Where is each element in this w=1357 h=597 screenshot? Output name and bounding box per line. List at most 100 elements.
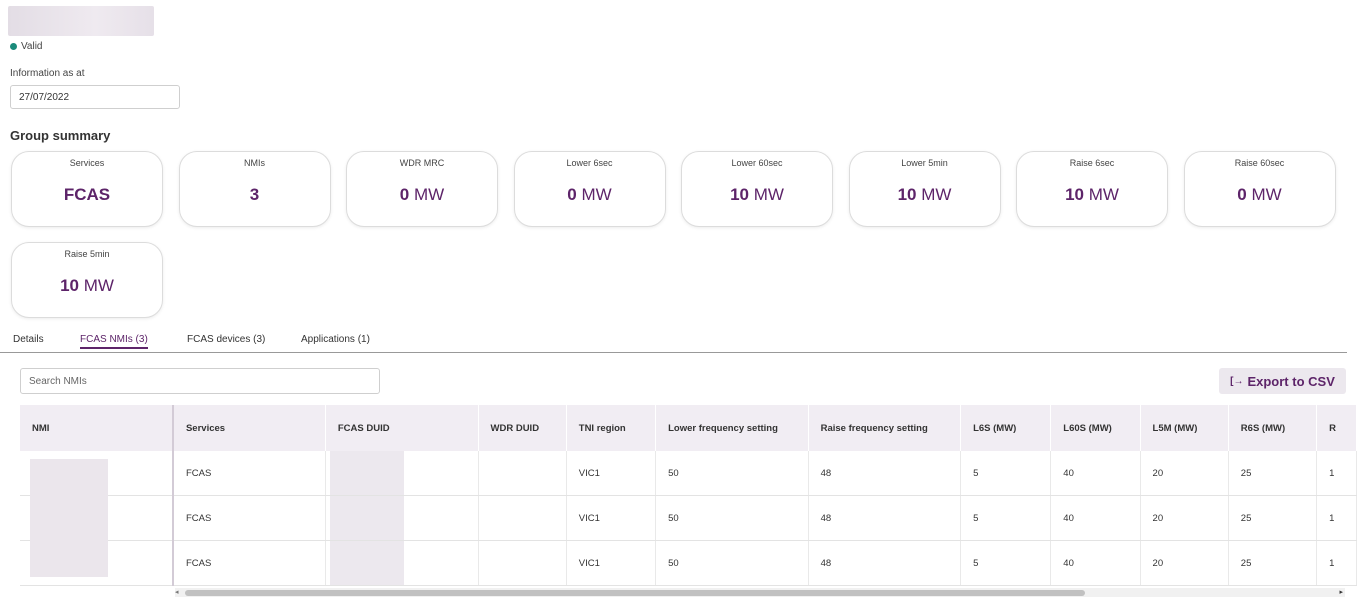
cell-tni-region: VIC1 [566, 540, 657, 586]
cell-raise-frequency: 48 [808, 540, 962, 586]
summary-card-label: NMIs [244, 158, 265, 168]
summary-card-value: FCAS [12, 185, 162, 205]
cell-wdr-duid [478, 495, 567, 541]
cell-lower-frequency: 50 [655, 451, 809, 496]
cell-tni-region: VIC1 [566, 495, 657, 541]
cell-fcas-duid [325, 451, 479, 496]
col-header-l5m[interactable]: L5M (MW) [1140, 405, 1229, 451]
summary-card-lower-5min: Lower 5min 10 MW [848, 151, 1001, 227]
summary-card-label: WDR MRC [399, 158, 445, 168]
summary-card-lower-60sec: Lower 60sec 10 MW [681, 151, 833, 227]
fcas-nmis-table: NMI Services FCAS DUID WDR DUID TNI regi… [20, 405, 1357, 588]
summary-card-value: 3 [180, 185, 330, 205]
summary-card-number: 0 [399, 185, 410, 204]
status-indicator: Valid [10, 41, 43, 52]
summary-card-unit: MW [1251, 185, 1282, 204]
summary-card-value: 0 MW [515, 185, 665, 205]
cell-r60s: 1 [1316, 495, 1357, 541]
cell-l60s: 40 [1050, 495, 1141, 541]
summary-card-number: 0 [1237, 185, 1247, 204]
cell-r6s: 25 [1228, 451, 1318, 496]
summary-card-number: FCAS [63, 185, 111, 204]
cell-fcas-duid [325, 495, 479, 541]
summary-card-number: 10 [730, 185, 749, 204]
scroll-right-icon[interactable]: ▸ [1339, 588, 1343, 596]
information-date-input[interactable] [10, 85, 180, 109]
table-header-row: NMI Services FCAS DUID WDR DUID TNI regi… [20, 405, 1357, 451]
cell-raise-frequency: 48 [808, 495, 962, 541]
summary-card-value: 10 MW [682, 185, 832, 205]
cell-r6s: 25 [1228, 495, 1318, 541]
export-icon: [→ [1230, 375, 1244, 387]
summary-card-unit: MW [753, 185, 784, 204]
cell-l60s: 40 [1050, 540, 1141, 586]
table-row[interactable]: FCAS VIC1 50 48 5 40 20 25 1 [20, 540, 1357, 586]
table-row[interactable]: FCAS VIC1 50 48 5 40 20 25 1 [20, 495, 1357, 541]
summary-card-nmis: NMIs 3 [178, 151, 331, 227]
summary-card-unit: MW [413, 185, 445, 204]
tab-applications[interactable]: Applications (1) [301, 334, 370, 345]
summary-card-wdr-mrc: WDR MRC 0 MW [346, 151, 498, 227]
summary-card-number: 10 [1065, 185, 1084, 204]
col-header-l60s[interactable]: L60S (MW) [1050, 405, 1141, 451]
horizontal-scrollbar[interactable]: ◂ ▸ [175, 588, 1345, 597]
col-header-raise-frequency[interactable]: Raise frequency setting [808, 405, 962, 451]
tab-details[interactable]: Details [13, 334, 44, 345]
summary-card-label: Raise 60sec [1234, 158, 1285, 168]
summary-card-label: Lower 5min [901, 158, 948, 168]
col-header-services[interactable]: Services [172, 405, 326, 451]
summary-card-number: 3 [249, 185, 260, 204]
summary-card-raise-5min: Raise 5min 10 MW [11, 242, 163, 318]
summary-card-label: Lower 60sec [731, 158, 783, 168]
cell-raise-frequency: 48 [808, 451, 962, 496]
table-row[interactable]: FCAS VIC1 50 48 5 40 20 25 1 [20, 451, 1357, 496]
status-dot-icon [10, 43, 17, 50]
cell-wdr-duid [478, 451, 567, 496]
information-as-at-label: Information as at [10, 68, 85, 79]
summary-card-services: Services FCAS [11, 151, 163, 227]
col-header-lower-frequency[interactable]: Lower frequency setting [655, 405, 809, 451]
tab-fcas-devices[interactable]: FCAS devices (3) [187, 334, 265, 345]
export-csv-label: Export to CSV [1247, 373, 1335, 389]
summary-card-raise-60sec: Raise 60sec 0 MW [1183, 151, 1336, 227]
search-nmis-input[interactable] [20, 368, 380, 394]
summary-card-value: 10 MW [850, 185, 1000, 205]
summary-card-label: Raise 5min [64, 249, 110, 259]
cell-r60s: 1 [1316, 540, 1357, 586]
cell-l5m: 20 [1140, 451, 1229, 496]
scrollbar-thumb[interactable] [185, 590, 1085, 596]
summary-card-unit: MW [83, 276, 114, 295]
cell-l6s: 5 [960, 451, 1052, 496]
redacted-group-name [8, 6, 154, 36]
tab-fcas-nmis[interactable]: FCAS NMIs (3) [80, 334, 148, 349]
cell-r6s: 25 [1228, 540, 1318, 586]
col-header-r60s[interactable]: R [1316, 405, 1357, 451]
col-header-l6s[interactable]: L6S (MW) [960, 405, 1052, 451]
col-header-wdr-duid[interactable]: WDR DUID [478, 405, 567, 451]
redacted-nmi [30, 459, 108, 577]
cell-l6s: 5 [960, 540, 1052, 586]
summary-card-value: 0 MW [347, 185, 497, 205]
summary-card-unit: MW [921, 185, 952, 204]
summary-card-raise-6sec: Raise 6sec 10 MW [1016, 151, 1168, 227]
summary-card-label: Services [69, 158, 105, 168]
summary-card-number: 10 [60, 276, 79, 295]
summary-card-unit: MW [1088, 185, 1119, 204]
cell-l6s: 5 [960, 495, 1052, 541]
cell-l5m: 20 [1140, 540, 1229, 586]
cell-fcas-duid [325, 540, 479, 586]
scroll-left-icon[interactable]: ◂ [175, 588, 179, 596]
cell-services: FCAS [172, 495, 326, 541]
col-header-nmi[interactable]: NMI [20, 405, 174, 451]
summary-card-number: 0 [567, 185, 577, 204]
export-csv-button[interactable]: [→ Export to CSV [1219, 368, 1346, 394]
summary-card-label: Raise 6sec [1069, 158, 1115, 168]
col-header-r6s[interactable]: R6S (MW) [1228, 405, 1318, 451]
summary-card-value: 10 MW [12, 276, 162, 296]
col-header-fcas-duid[interactable]: FCAS DUID [325, 405, 479, 451]
summary-card-value: 10 MW [1017, 185, 1167, 205]
cell-r60s: 1 [1316, 451, 1357, 496]
col-header-tni-region[interactable]: TNI region [566, 405, 657, 451]
redacted-fcas-duid [329, 496, 404, 540]
cell-lower-frequency: 50 [655, 540, 809, 586]
